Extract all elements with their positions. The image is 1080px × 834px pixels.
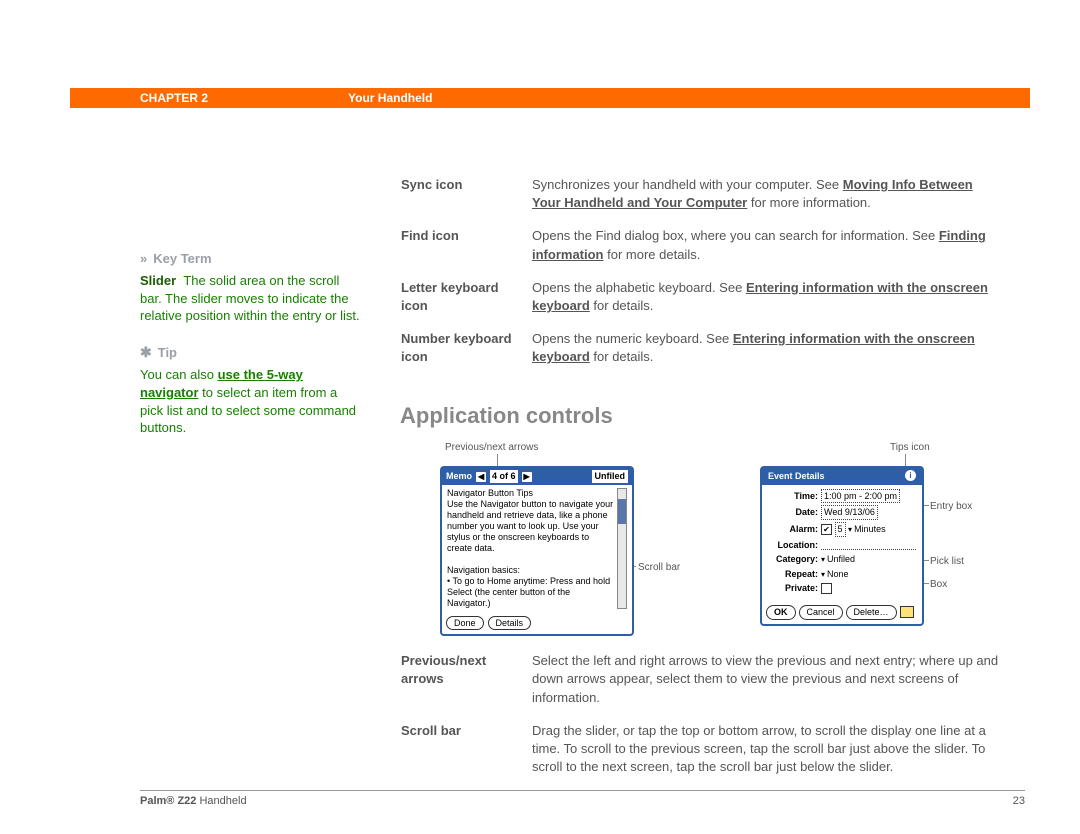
- scrollbar-slider[interactable]: [618, 499, 626, 524]
- product-rest: Handheld: [196, 795, 246, 807]
- main-content: Sync iconSynchronizes your handheld with…: [400, 175, 1000, 790]
- definition-row: Scroll barDrag the slider, or tap the to…: [400, 721, 1000, 791]
- callout-entrybox-label: Entry box: [930, 500, 972, 514]
- event-title-bar: Event Details i: [762, 468, 922, 485]
- controls-definitions-table: Previous/next arrowsSelect the left and …: [400, 651, 1000, 790]
- definition-row: Number keyboard iconOpens the numeric ke…: [400, 329, 1000, 380]
- key-term-heading: » Key Term: [140, 250, 360, 268]
- tip-body: You can also use the 5-way navigator to …: [140, 366, 360, 436]
- definition-desc: Opens the Find dialog box, where you can…: [531, 226, 1000, 277]
- repeat-label: Repeat:: [768, 568, 821, 581]
- definition-desc: Synchronizes your handheld with your com…: [531, 175, 1000, 226]
- alarm-checkbox[interactable]: ✔: [821, 524, 832, 535]
- page: CHAPTER 2 Your Handheld » Key Term Slide…: [0, 0, 1080, 834]
- time-label: Time:: [768, 490, 821, 503]
- definition-row: Letter keyboard iconOpens the alphabetic…: [400, 278, 1000, 329]
- memo-title: Memo: [446, 470, 472, 483]
- alarm-label: Alarm:: [768, 523, 821, 536]
- private-checkbox[interactable]: [821, 583, 832, 594]
- event-details-window: Event Details i Time: 1:00 pm - 2:00 pm …: [760, 466, 924, 625]
- delete-button[interactable]: Delete…: [846, 605, 897, 620]
- definition-desc: Opens the alphabetic keyboard. See Enter…: [531, 278, 1000, 329]
- event-title-text: Event Details: [768, 470, 825, 483]
- details-button[interactable]: Details: [488, 616, 532, 631]
- next-arrow-icon[interactable]: ▶: [522, 472, 532, 482]
- definition-term: Previous/next arrows: [400, 651, 531, 721]
- memo-line4: • To go to Home anytime: Press and hold …: [447, 576, 610, 608]
- time-entry-box[interactable]: 1:00 pm - 2:00 pm: [821, 489, 900, 504]
- asterisk-icon: ✱: [140, 343, 152, 363]
- repeat-picklist[interactable]: None: [821, 568, 849, 581]
- product-bold: Palm® Z22: [140, 795, 196, 807]
- callout-box-label: Box: [930, 578, 947, 592]
- product-name: Palm® Z22 Handheld: [140, 794, 247, 809]
- chapter-number: CHAPTER 2: [140, 90, 208, 107]
- chapter-title: Your Handheld: [348, 90, 432, 107]
- definition-row: Sync iconSynchronizes your handheld with…: [400, 175, 1000, 226]
- callout-tips-label: Tips icon: [890, 441, 930, 455]
- definition-row: Previous/next arrowsSelect the left and …: [400, 651, 1000, 721]
- alarm-number[interactable]: 5: [835, 522, 846, 537]
- figure-area: Previous/next arrows Tips icon Scroll ba…: [400, 441, 1000, 631]
- definition-desc: Opens the numeric keyboard. See Entering…: [531, 329, 1000, 380]
- key-term-label: Key Term: [153, 250, 211, 268]
- memo-line1: Navigator Button Tips: [447, 488, 533, 498]
- memo-counter: 4 of 6: [490, 470, 518, 483]
- memo-text: Navigator Button Tips Use the Navigator …: [447, 488, 614, 609]
- definition-term: Sync icon: [400, 175, 531, 226]
- memo-category[interactable]: Unfiled: [592, 470, 629, 483]
- location-label: Location:: [768, 539, 821, 552]
- definition-desc: Drag the slider, or tap the top or botto…: [531, 721, 1000, 791]
- key-term-body: Slider The solid area on the scroll bar.…: [140, 272, 360, 325]
- memo-line3: Navigation basics:: [447, 565, 520, 575]
- cancel-button[interactable]: Cancel: [799, 605, 843, 620]
- definition-term: Find icon: [400, 226, 531, 277]
- chapter-header: CHAPTER 2 Your Handheld: [70, 88, 1030, 108]
- category-label: Category:: [768, 553, 821, 566]
- page-number: 23: [1013, 794, 1025, 809]
- tips-icon[interactable]: i: [905, 470, 916, 481]
- alarm-unit-picklist[interactable]: Minutes: [848, 523, 886, 536]
- memo-footer: Done Details: [442, 612, 632, 635]
- date-label: Date:: [768, 506, 821, 519]
- double-arrow-icon: »: [140, 250, 147, 268]
- key-term-name: Slider: [140, 273, 176, 288]
- callout-scrollbar-label: Scroll bar: [638, 561, 680, 575]
- icon-definitions-table: Sync iconSynchronizes your handheld with…: [400, 175, 1000, 381]
- section-title: Application controls: [400, 401, 1000, 432]
- definition-term: Letter keyboard icon: [400, 278, 531, 329]
- scroll-bar[interactable]: [617, 488, 627, 609]
- sidebar: » Key Term Slider The solid area on the …: [140, 250, 360, 437]
- tip-pre: You can also: [140, 367, 218, 382]
- ok-button[interactable]: OK: [766, 605, 796, 620]
- definition-term: Number keyboard icon: [400, 329, 531, 380]
- tip-heading: ✱ Tip: [140, 343, 360, 363]
- private-label: Private:: [768, 582, 821, 595]
- location-line[interactable]: [821, 540, 916, 550]
- callout-prevnext-label: Previous/next arrows: [445, 441, 538, 455]
- definition-term: Scroll bar: [400, 721, 531, 791]
- date-entry-box[interactable]: Wed 9/13/06: [821, 505, 878, 520]
- memo-body: Navigator Button Tips Use the Navigator …: [442, 485, 632, 612]
- memo-header: Memo ◀ 4 of 6 ▶ Unfiled: [442, 468, 632, 485]
- prev-arrow-icon[interactable]: ◀: [476, 472, 486, 482]
- definition-desc: Select the left and right arrows to view…: [531, 651, 1000, 721]
- callout-picklist-label: Pick list: [930, 555, 964, 569]
- memo-line2: Use the Navigator button to navigate you…: [447, 499, 613, 553]
- page-footer: Palm® Z22 Handheld 23: [140, 790, 1025, 809]
- event-body: Time: 1:00 pm - 2:00 pm Date: Wed 9/13/0…: [762, 485, 922, 601]
- done-button[interactable]: Done: [446, 616, 484, 631]
- note-icon[interactable]: [900, 606, 914, 618]
- memo-window: Memo ◀ 4 of 6 ▶ Unfiled Navigator Button…: [440, 466, 634, 636]
- tip-label: Tip: [158, 344, 177, 362]
- category-picklist[interactable]: Unfiled: [821, 553, 855, 566]
- event-footer: OK Cancel Delete…: [762, 601, 922, 624]
- definition-row: Find iconOpens the Find dialog box, wher…: [400, 226, 1000, 277]
